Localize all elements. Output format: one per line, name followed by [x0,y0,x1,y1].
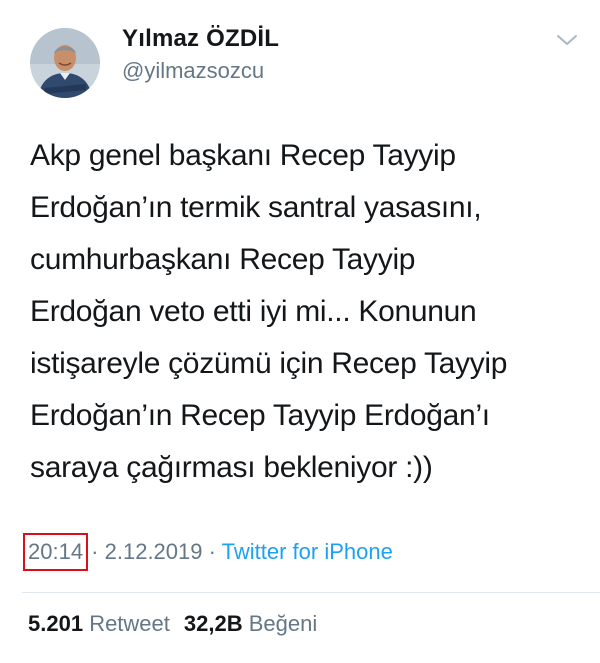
retweets-count: 5.201 [28,611,84,636]
avatar[interactable] [30,28,100,98]
retweets-stat[interactable]: 5.201 Retweet [28,611,170,636]
meta-separator: · [202,539,222,564]
author-handle[interactable]: @yilmazsozcu [122,56,279,86]
likes-label: Beğeni [248,611,318,636]
profile-photo [30,28,100,98]
retweets-label: Retweet [89,611,170,636]
tweet-menu-button[interactable] [554,30,580,50]
likes-stat[interactable]: 32,2B Beğeni [184,611,317,636]
tweet-metadata: 20:14 · 2.12.2019 · Twitter for iPhone [22,533,393,571]
divider [22,592,600,593]
author-name[interactable]: Yılmaz ÖZDİL [122,24,279,54]
tweet-source-link[interactable]: Twitter for iPhone [222,539,393,564]
tweet-card: Yılmaz ÖZDİL @yilmazsozcu Akp genel başk… [0,0,600,663]
tweet-text: Akp genel başkanı Recep Tayyip Erdoğan’ı… [30,139,508,484]
tweet-date[interactable]: 2.12.2019 [105,539,203,564]
tweet-time[interactable]: 20:14 [22,533,89,571]
author-info: Yılmaz ÖZDİL @yilmazsozcu [122,24,279,86]
likes-count: 32,2B [183,611,243,636]
tweet-stats: 5.201 Retweet 32,2B Beğeni [28,608,317,640]
chevron-down-icon [557,35,577,45]
meta-separator: · [85,539,105,564]
